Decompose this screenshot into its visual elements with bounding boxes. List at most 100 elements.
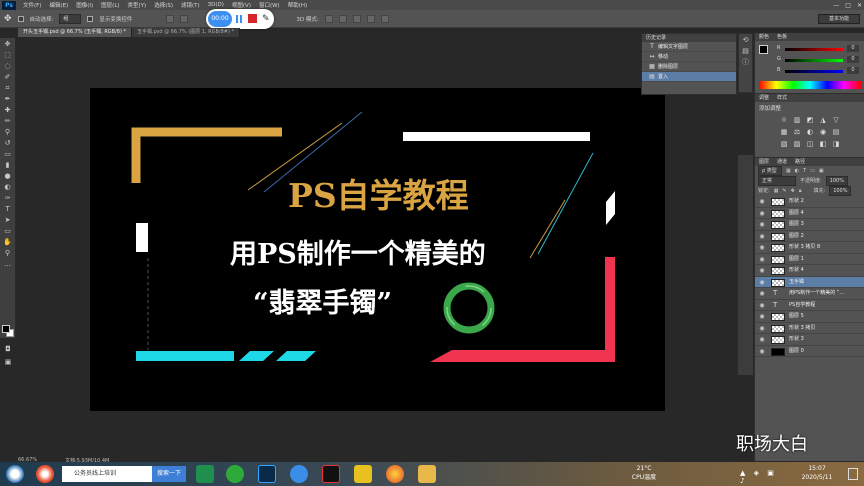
- levels-icon[interactable]: ▥: [793, 116, 802, 125]
- color-fg-bg[interactable]: [759, 45, 773, 59]
- fill-input[interactable]: 100%: [829, 186, 852, 196]
- menu-image[interactable]: 图像(I): [72, 1, 97, 9]
- tab-styles[interactable]: 样式: [777, 94, 787, 102]
- tab-document-2[interactable]: 玉手镯.psd @ 66.7% (图层 1, RGB/8#) *: [132, 28, 240, 37]
- excel-icon[interactable]: [196, 465, 214, 483]
- path-select-tool-icon[interactable]: ➤: [2, 216, 14, 225]
- threshold-icon[interactable]: ◫: [806, 140, 815, 149]
- tab-paths[interactable]: 路径: [795, 158, 805, 166]
- black-white-icon[interactable]: ◐: [806, 128, 815, 137]
- crop-tool-icon[interactable]: ⌗: [2, 84, 14, 93]
- layer-row[interactable]: ◉ T 用PS制作一个精美的 “...: [755, 288, 864, 300]
- visibility-eye-icon[interactable]: ◉: [758, 288, 766, 299]
- blue-value[interactable]: 0: [847, 67, 859, 74]
- dodge-tool-icon[interactable]: ◐: [2, 183, 14, 192]
- panel-scroll-strip[interactable]: [738, 155, 753, 375]
- pen-tool-icon[interactable]: ✑: [2, 194, 14, 203]
- menu-filter[interactable]: 滤镜(T): [177, 1, 204, 9]
- 3d-scale-icon[interactable]: [380, 14, 389, 23]
- browser-icon[interactable]: [36, 465, 54, 483]
- visibility-eye-icon[interactable]: ◉: [758, 311, 766, 322]
- filter-smart-icon[interactable]: ▣: [819, 166, 824, 176]
- auto-select-checkbox[interactable]: [17, 15, 24, 22]
- gradient-map-icon[interactable]: ◧: [819, 140, 828, 149]
- app-icon-1[interactable]: [290, 465, 308, 483]
- visibility-eye-icon[interactable]: ◉: [758, 265, 766, 276]
- taskbar-search-input[interactable]: 公务员线上培训: [62, 466, 152, 482]
- layer-row[interactable]: ◉ 图层 0: [755, 346, 864, 357]
- more-tools-icon[interactable]: …: [2, 260, 14, 269]
- brush-tool-icon[interactable]: ✏: [2, 117, 14, 126]
- blue-slider[interactable]: B 0: [777, 67, 861, 75]
- filter-type-icon[interactable]: T: [803, 166, 806, 176]
- refresh-app-icon[interactable]: [226, 465, 244, 483]
- lock-move-icon[interactable]: ✥: [791, 186, 795, 196]
- tab-channels[interactable]: 通道: [777, 158, 787, 166]
- selective-color-icon[interactable]: ◨: [832, 140, 841, 149]
- visibility-eye-icon[interactable]: ◉: [758, 219, 766, 230]
- blue-slider-track[interactable]: [785, 70, 843, 73]
- menu-type[interactable]: 类型(Y): [124, 1, 151, 9]
- red-value[interactable]: 0: [847, 45, 859, 52]
- color-balance-icon[interactable]: ⚖: [793, 128, 802, 137]
- info-panel-icon[interactable]: ⓘ: [740, 58, 752, 67]
- 3d-rotate-icon[interactable]: [324, 14, 333, 23]
- layer-row[interactable]: ◉ 形状 4: [755, 265, 864, 277]
- gradient-tool-icon[interactable]: ▮: [2, 161, 14, 170]
- foreground-color-swatch[interactable]: [759, 45, 768, 54]
- brightness-icon[interactable]: ☼: [780, 116, 789, 125]
- show-transform-checkbox[interactable]: [87, 15, 94, 22]
- align-middle-icon[interactable]: [180, 14, 189, 23]
- history-item-selected[interactable]: ▤ 置入: [642, 72, 736, 82]
- filter-adjust-icon[interactable]: ◐: [795, 166, 799, 176]
- channel-mixer-icon[interactable]: ▤: [832, 128, 841, 137]
- filter-pixel-icon[interactable]: ▦: [786, 166, 791, 176]
- exposure-icon[interactable]: ◮: [819, 116, 828, 125]
- menu-help[interactable]: 帮助(H): [284, 1, 311, 9]
- history-brush-icon[interactable]: ↺: [2, 139, 14, 148]
- history-item[interactable]: ▦ 删除图层: [642, 62, 736, 72]
- layer-row[interactable]: ◉ 形状 3: [755, 334, 864, 346]
- app-icon-2[interactable]: [322, 465, 340, 483]
- zoom-tool-icon[interactable]: ⚲: [2, 249, 14, 258]
- lock-all-icon[interactable]: 🔒︎: [799, 186, 802, 196]
- visibility-eye-icon[interactable]: ◉: [758, 346, 766, 357]
- menu-edit[interactable]: 编辑(E): [45, 1, 72, 9]
- tab-layers[interactable]: 图层: [759, 158, 769, 166]
- screen-mode-icon[interactable]: ▣: [2, 358, 14, 367]
- tray-icons[interactable]: ▲ ◈ ▣ ♪: [740, 469, 788, 485]
- green-value[interactable]: 0: [847, 56, 859, 63]
- quick-mask-icon[interactable]: ◘: [2, 345, 14, 354]
- color-swatches[interactable]: [2, 325, 14, 337]
- photo-filter-icon[interactable]: ◉: [819, 128, 828, 137]
- 3d-slide-icon[interactable]: [366, 14, 375, 23]
- windows-start-icon[interactable]: [6, 465, 24, 483]
- stop-icon[interactable]: [248, 14, 257, 23]
- quick-select-tool-icon[interactable]: ✐: [2, 73, 14, 82]
- layer-row-selected[interactable]: ◉ 玉手镯: [755, 276, 864, 288]
- hue-saturation-icon[interactable]: ▦: [780, 128, 789, 137]
- stamp-tool-icon[interactable]: ⚲: [2, 128, 14, 137]
- visibility-eye-icon[interactable]: ◉: [758, 196, 766, 207]
- tab-swatches[interactable]: 色板: [777, 33, 787, 41]
- blur-tool-icon[interactable]: ●: [2, 172, 14, 181]
- menu-select[interactable]: 选择(S): [150, 1, 177, 9]
- visibility-eye-icon[interactable]: ◉: [758, 300, 766, 311]
- tab-adjustments[interactable]: 调整: [759, 94, 769, 102]
- layer-row[interactable]: ◉ 形状 2: [755, 196, 864, 208]
- visibility-eye-icon[interactable]: ◉: [758, 254, 766, 265]
- maximize-icon[interactable]: □: [845, 2, 851, 9]
- eraser-tool-icon[interactable]: ▭: [2, 150, 14, 159]
- visibility-eye-icon[interactable]: ◉: [758, 231, 766, 242]
- properties-panel-icon[interactable]: ▤: [740, 47, 752, 56]
- cpu-temp-widget[interactable]: 21°C CPU温度: [624, 464, 664, 484]
- foreground-color-swatch[interactable]: [2, 325, 10, 333]
- move-tool-icon[interactable]: ✥: [4, 14, 12, 24]
- marquee-tool-icon[interactable]: ⬚: [2, 51, 14, 60]
- red-slider-track[interactable]: [785, 48, 843, 51]
- visibility-eye-icon[interactable]: ◉: [758, 277, 766, 288]
- green-slider-track[interactable]: [785, 59, 843, 62]
- notification-icon[interactable]: [848, 468, 858, 480]
- tab-document-1[interactable]: 开头玉手镯.psd @ 66.7% (玉手镯, RGB/8) *: [18, 28, 133, 37]
- taskbar-clock[interactable]: 15:07 2020/5/11: [792, 464, 842, 484]
